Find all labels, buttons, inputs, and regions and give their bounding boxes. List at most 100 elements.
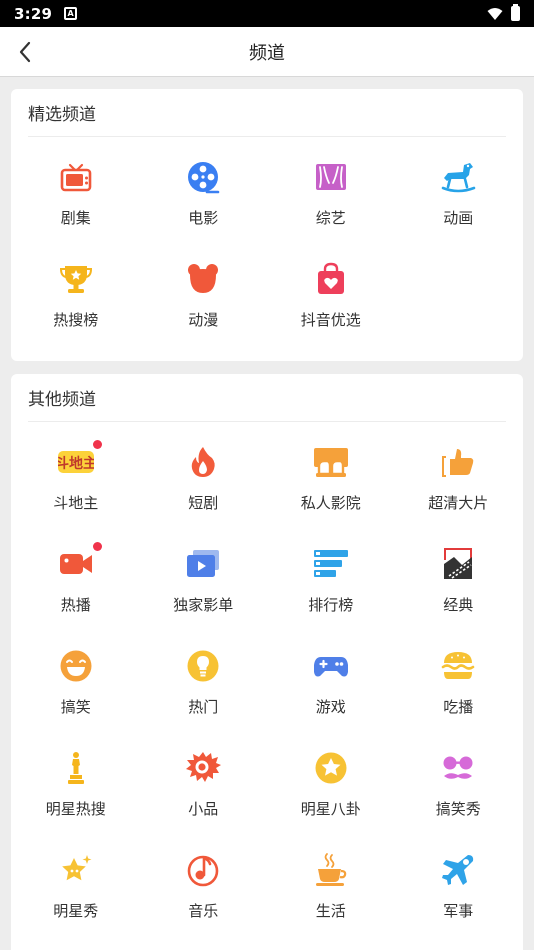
flame-icon bbox=[192, 447, 215, 477]
channel-label: 明星八卦 bbox=[300, 800, 361, 818]
channel-tile-jingdian[interactable]: 经典 bbox=[395, 534, 523, 636]
channel-tile-rebo[interactable]: 热播 bbox=[12, 534, 140, 636]
film-reel-icon bbox=[188, 162, 220, 194]
channel-tile-mingxing-xiu[interactable]: 明星秀 bbox=[12, 840, 140, 942]
sparkle-star-icon bbox=[61, 855, 92, 881]
tv-icon bbox=[60, 163, 92, 192]
thumbs-up-icon bbox=[442, 449, 474, 477]
channel-tile-paihangbang[interactable]: 排行榜 bbox=[267, 534, 395, 636]
channel-label: 私人影院 bbox=[300, 494, 361, 512]
channel-label: 排行榜 bbox=[308, 596, 354, 614]
video-camera-icon bbox=[59, 554, 92, 574]
burger-icon bbox=[441, 652, 475, 679]
other-channels-card: 其他频道 斗地主 斗地主 短剧 私人影院 超清大片 热播 独家影单 排行榜 经典… bbox=[11, 374, 523, 950]
military-plane-icon bbox=[442, 855, 474, 885]
page-title: 频道 bbox=[249, 42, 285, 64]
channel-tile-dongman[interactable]: 动漫 bbox=[140, 249, 268, 351]
channel-label: 热播 bbox=[60, 596, 91, 614]
channel-label: 动画 bbox=[443, 209, 474, 227]
oscar-statue-icon bbox=[67, 752, 84, 784]
channel-tile-dianying[interactable]: 电影 bbox=[140, 147, 268, 249]
music-note-icon bbox=[187, 855, 219, 887]
channel-label: 搞笑秀 bbox=[435, 800, 481, 818]
channel-tile-zongyi[interactable]: 综艺 bbox=[267, 147, 395, 249]
channel-tile-gaoxiao[interactable]: 搞笑 bbox=[12, 636, 140, 738]
channel-tile-xiaopin[interactable]: 小品 bbox=[140, 738, 268, 840]
channel-label: 经典 bbox=[443, 596, 474, 614]
status-bar: 3:29 A bbox=[0, 0, 534, 27]
trophy-icon bbox=[59, 266, 92, 293]
channel-tile-remen[interactable]: 热门 bbox=[140, 636, 268, 738]
stage-curtain-icon bbox=[315, 164, 346, 190]
channel-tile-duanju[interactable]: 短剧 bbox=[140, 432, 268, 534]
channel-label: 动漫 bbox=[188, 311, 219, 329]
channel-tile-junshi[interactable]: 军事 bbox=[395, 840, 523, 942]
channel-label: 热门 bbox=[188, 698, 219, 716]
battery-icon bbox=[511, 4, 520, 21]
channel-label: 小品 bbox=[188, 800, 219, 818]
channel-label: 超清大片 bbox=[428, 494, 489, 512]
channel-tile-douyin-youxuan[interactable]: 抖音优选 bbox=[267, 249, 395, 351]
channel-label: 短剧 bbox=[188, 494, 219, 512]
channel-tile-chaoqing-dapian[interactable]: 超清大片 bbox=[395, 432, 523, 534]
channel-label: 综艺 bbox=[315, 209, 346, 227]
other-channels-title: 其他频道 bbox=[28, 374, 506, 422]
channel-label: 独家影单 bbox=[173, 596, 234, 614]
channel-label: 吃播 bbox=[443, 698, 474, 716]
playlist-icon bbox=[187, 550, 220, 577]
new-badge-dot bbox=[92, 542, 102, 551]
lightbulb-icon bbox=[187, 650, 219, 682]
classic-film-icon bbox=[444, 548, 473, 579]
channel-label: 热搜榜 bbox=[53, 311, 99, 329]
ranking-list-icon bbox=[313, 550, 348, 577]
channel-label: 生活 bbox=[315, 902, 346, 920]
channel-label: 电影 bbox=[188, 209, 219, 227]
channel-tile-chibo[interactable]: 吃播 bbox=[395, 636, 523, 738]
channel-tile-mingxing-bagua[interactable]: 明星八卦 bbox=[267, 738, 395, 840]
channel-label: 游戏 bbox=[315, 698, 346, 716]
shopping-bag-icon bbox=[317, 262, 344, 294]
doudizhu-logo: 斗地主 bbox=[57, 451, 94, 473]
svg-text:斗地主: 斗地主 bbox=[58, 455, 94, 472]
new-badge-dot bbox=[92, 440, 102, 449]
back-arrow-icon bbox=[19, 41, 31, 63]
channel-tile-youxi[interactable]: 游戏 bbox=[267, 636, 395, 738]
channel-tile-shenghuo[interactable]: 生活 bbox=[267, 840, 395, 942]
status-time: 3:29 bbox=[14, 4, 53, 23]
glasses-mustache-icon bbox=[443, 756, 473, 779]
featured-channels-title: 精选频道 bbox=[28, 89, 506, 137]
channel-label: 明星秀 bbox=[53, 902, 99, 920]
channel-label: 抖音优选 bbox=[300, 311, 361, 329]
channel-label: 军事 bbox=[443, 902, 474, 920]
channel-tile-donghua[interactable]: 动画 bbox=[395, 147, 523, 249]
rocking-horse-icon bbox=[441, 163, 476, 193]
status-icons bbox=[487, 4, 520, 21]
wifi-icon bbox=[487, 7, 503, 20]
lion-mask-icon bbox=[186, 752, 222, 782]
channel-label: 音乐 bbox=[188, 902, 219, 920]
channel-label: 明星热搜 bbox=[45, 800, 106, 818]
channel-tile-dujia-yingdan[interactable]: 独家影单 bbox=[140, 534, 268, 636]
other-channels-grid: 斗地主 斗地主 短剧 私人影院 超清大片 热播 独家影单 排行榜 经典 搞笑 热… bbox=[11, 432, 523, 942]
featured-channels-grid: 剧集 电影 综艺 动画 热搜榜 动漫 抖音优选 bbox=[11, 147, 523, 351]
gamepad-icon bbox=[313, 657, 348, 677]
channel-tile-siren-yingyuan[interactable]: 私人影院 bbox=[267, 432, 395, 534]
notification-a-icon: A bbox=[64, 7, 78, 20]
channel-label: 剧集 bbox=[60, 209, 91, 227]
channel-label: 搞笑 bbox=[60, 698, 91, 716]
channel-tile-yinyue[interactable]: 音乐 bbox=[140, 840, 268, 942]
laughing-face-icon bbox=[60, 650, 92, 682]
channel-tile-mingxing-resou[interactable]: 明星热搜 bbox=[12, 738, 140, 840]
channel-tile-gaoxiao-xiu[interactable]: 搞笑秀 bbox=[395, 738, 523, 840]
app-header: 频道 bbox=[0, 27, 534, 77]
coffee-cup-icon bbox=[315, 853, 347, 886]
private-cinema-icon bbox=[313, 448, 348, 477]
featured-channels-card: 精选频道 剧集 电影 综艺 动画 热搜榜 动漫 抖音优选 bbox=[11, 89, 523, 361]
channel-tile-resoubang[interactable]: 热搜榜 bbox=[12, 249, 140, 351]
channel-tile-juji[interactable]: 剧集 bbox=[12, 147, 140, 249]
channel-tile-doudizhu[interactable]: 斗地主 斗地主 bbox=[12, 432, 140, 534]
star-badge-icon bbox=[315, 752, 347, 784]
channel-label: 斗地主 bbox=[53, 494, 99, 512]
bear-icon bbox=[188, 264, 219, 293]
back-button[interactable] bbox=[10, 37, 40, 67]
